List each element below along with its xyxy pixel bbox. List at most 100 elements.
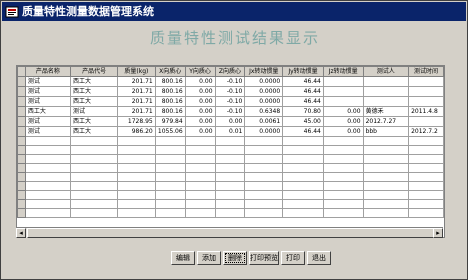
column-header[interactable]: Jy转动惯量 [282,66,324,77]
table-cell[interactable] [282,172,324,182]
empty-row[interactable] [17,163,444,173]
column-header[interactable]: 测试时间 [408,66,444,77]
table-cell[interactable] [408,172,444,182]
row-header[interactable] [17,190,26,200]
table-cell[interactable]: 0.0000 [244,86,284,97]
table-cell[interactable] [362,86,410,97]
table-cell[interactable]: 0.00 [322,106,364,117]
table-cell[interactable] [70,163,119,173]
row-header[interactable] [17,86,26,97]
table-cell[interactable] [24,181,72,191]
table-cell[interactable]: 1728.95 [117,116,156,127]
delete-button[interactable]: 删除 [223,251,247,265]
empty-row[interactable] [17,208,444,218]
table-cell[interactable] [214,154,246,164]
table-cell[interactable]: 0.0000 [244,96,284,107]
table-cell[interactable] [70,154,119,164]
table-cell[interactable]: -0.10 [214,96,246,107]
table-cell[interactable] [408,181,444,191]
table-cell[interactable] [24,208,72,218]
row-header[interactable] [17,126,26,137]
table-cell[interactable] [24,145,72,155]
table-cell[interactable] [408,145,444,155]
table-cell[interactable] [117,199,156,209]
table-cell[interactable] [214,163,246,173]
table-cell[interactable] [282,208,324,218]
table-cell[interactable] [282,145,324,155]
column-header[interactable]: 产品代号 [70,66,119,77]
table-cell[interactable] [117,154,156,164]
table-cell[interactable] [322,181,364,191]
table-cell[interactable] [184,181,216,191]
table-cell[interactable] [408,96,444,107]
table-cell[interactable]: 986.20 [117,126,156,137]
table-cell[interactable] [117,190,156,200]
table-cell[interactable] [282,136,324,146]
row-header[interactable] [17,136,26,146]
table-cell[interactable]: 2011.4.8 [408,106,444,117]
table-cell[interactable] [362,154,410,164]
table-cell[interactable]: 西工大 [70,96,119,107]
table-cell[interactable]: 45.00 [282,116,324,127]
row-header[interactable] [17,145,26,155]
table-cell[interactable] [408,116,444,127]
table-cell[interactable] [24,154,72,164]
table-cell[interactable]: 0.00 [184,106,216,117]
table-cell[interactable] [322,190,364,200]
table-cell[interactable] [244,208,284,218]
table-cell[interactable]: 0.00 [184,86,216,97]
table-cell[interactable] [24,136,72,146]
table-cell[interactable]: 测试 [24,116,72,127]
scrollbar-thumb[interactable] [27,228,437,238]
row-header[interactable] [17,96,26,107]
table-cell[interactable] [282,190,324,200]
column-header[interactable]: X向质心 [154,66,186,77]
table-cell[interactable] [24,172,72,182]
data-table[interactable]: 产品名称 产品代号 质量(kg) X向质心 Y向质心 Z向质心 Jx转动惯量 Jy转动惯量 Jz… [17,66,444,218]
table-cell[interactable]: 0.00 [322,116,364,127]
table-cell[interactable]: 0.00 [184,96,216,107]
table-cell[interactable] [117,136,156,146]
table-cell[interactable] [70,208,119,218]
row-header[interactable] [17,199,26,209]
table-cell[interactable] [117,181,156,191]
table-cell[interactable] [322,145,364,155]
row-header[interactable] [17,154,26,164]
table-cell[interactable]: 46.44 [282,76,324,87]
empty-row[interactable] [17,136,444,146]
table-cell[interactable]: 800.16 [154,106,186,117]
table-cell[interactable] [70,181,119,191]
table-cell[interactable]: 46.44 [282,126,324,137]
table-cell[interactable]: 0.00 [322,126,364,137]
table-row[interactable]: 测试 西工大 986.20 1055.06 0.00 0.01 0.0000 46.44 0.0… [17,126,444,137]
table-cell[interactable]: 西工大 [24,106,72,117]
table-cell[interactable] [408,199,444,209]
table-cell[interactable] [24,190,72,200]
table-cell[interactable] [184,172,216,182]
horizontal-scrollbar[interactable]: ◂ ▸ [16,227,443,238]
table-cell[interactable]: 0.6348 [244,106,284,117]
table-cell[interactable] [117,145,156,155]
table-cell[interactable]: 201.71 [117,86,156,97]
table-cell[interactable]: 979.84 [154,116,186,127]
edit-button[interactable]: 编辑 [171,251,195,265]
exit-button[interactable]: 退出 [307,251,331,265]
table-cell[interactable] [282,163,324,173]
table-cell[interactable]: 1055.06 [154,126,186,137]
column-header[interactable]: 质量(kg) [117,66,156,77]
table-cell[interactable] [154,154,186,164]
table-cell[interactable] [154,163,186,173]
empty-row[interactable] [17,145,444,155]
table-cell[interactable] [244,145,284,155]
table-cell[interactable] [362,145,410,155]
table-cell[interactable]: -0.10 [214,76,246,87]
table-cell[interactable] [322,136,364,146]
table-cell[interactable] [244,190,284,200]
table-cell[interactable] [244,181,284,191]
table-cell[interactable] [322,172,364,182]
table-cell[interactable]: 0.0000 [244,76,284,87]
table-cell[interactable] [322,208,364,218]
table-cell[interactable]: 2012.7.2 [408,126,444,137]
scroll-left-icon[interactable]: ◂ [16,228,26,238]
table-cell[interactable] [408,76,444,87]
